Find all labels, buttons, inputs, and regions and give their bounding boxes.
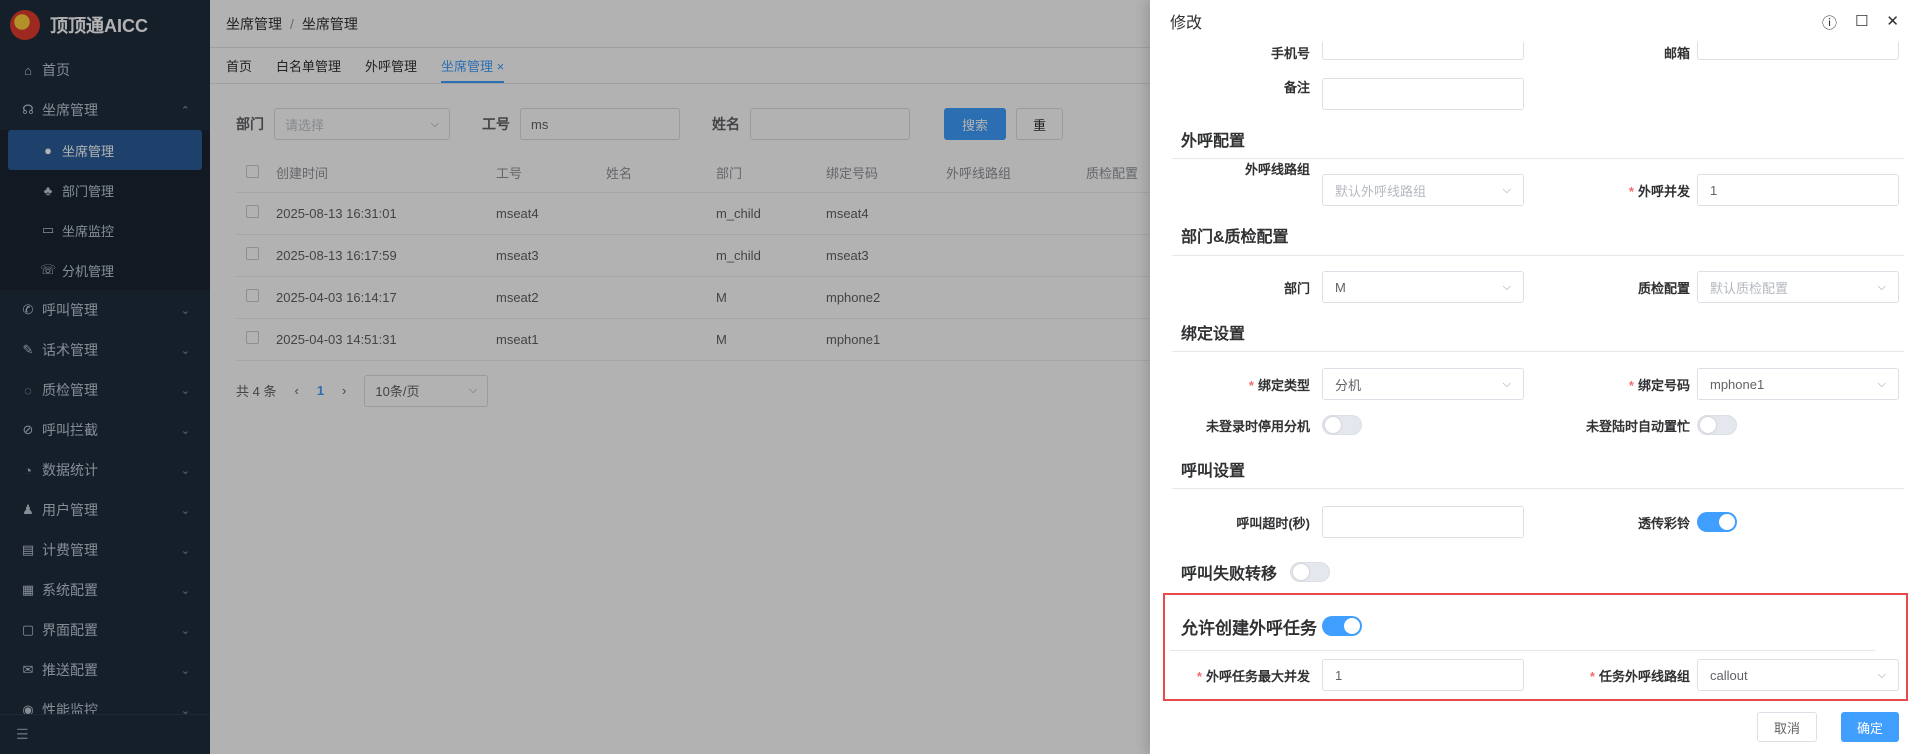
cancel-button[interactable]: 取消 [1756,712,1817,742]
remark-input[interactable] [1322,78,1524,110]
switch-knob [1700,417,1716,433]
switch-knob [1719,514,1735,530]
bind-number-select[interactable]: mphone1 ⌵ [1697,368,1899,400]
email-input[interactable] [1697,42,1899,60]
highlight-box [1163,593,1908,701]
bind-number-label: * 绑定号码 [1628,377,1690,393]
modal-overlay[interactable] [0,0,1150,754]
route-group-label: 外呼线路组 [1244,161,1310,177]
drawer-actions: ⓘ ☐ ✕ [1822,12,1899,33]
divider [1172,351,1904,352]
chevron-down-icon: ⌵ [1877,280,1886,293]
bind-type-label: * 绑定类型 [1248,377,1310,393]
chevron-down-icon: ⌵ [1502,280,1511,293]
concurrency-label: * 外呼并发 [1628,183,1690,199]
remark-label: 备注 [1283,79,1310,95]
phone-input[interactable] [1322,42,1524,60]
route-group-select[interactable]: 默认外呼线路组 ⌵ [1322,174,1524,206]
call-fail-transfer-label: 呼叫失败转移 [1181,566,1278,583]
dept-select[interactable]: M ⌵ [1322,271,1524,303]
call-fail-transfer-switch[interactable] [1290,562,1330,582]
auto-busy-label: 未登陆时自动置忙 [1585,418,1690,434]
auto-busy-switch[interactable] [1697,415,1737,435]
qc-select[interactable]: 默认质检配置 ⌵ [1697,271,1899,303]
confirm-button[interactable]: 确定 [1840,712,1899,742]
divider [1172,255,1904,256]
switch-knob [1293,564,1309,580]
dept-label: 部门 [1283,280,1310,296]
close-icon[interactable]: ✕ [1886,12,1899,33]
chevron-down-icon: ⌵ [1877,377,1886,390]
route-group-placeholder: 默认外呼线路组 [1335,183,1427,199]
phone-label: 手机号 [1270,45,1310,61]
section-bind-title: 绑定设置 [1181,326,1246,343]
timeout-input[interactable] [1322,506,1524,538]
drawer-header: 修改 ⓘ ☐ ✕ [1150,0,1919,42]
chevron-down-icon: ⌵ [1502,183,1511,196]
disable-ext-label: 未登录时停用分机 [1205,418,1310,434]
bind-type-value: 分机 [1335,377,1362,393]
bind-number-value: mphone1 [1710,376,1765,392]
timeout-label: 呼叫超时(秒) [1236,515,1310,531]
ringback-switch[interactable] [1697,512,1737,532]
divider [1172,488,1904,489]
qc-label: 质检配置 [1637,280,1690,296]
section-call-title: 呼叫设置 [1181,463,1246,480]
ringback-label: 透传彩铃 [1637,515,1690,531]
bind-type-select[interactable]: 分机 ⌵ [1322,368,1524,400]
chevron-down-icon: ⌵ [1502,377,1511,390]
info-icon[interactable]: ⓘ [1822,12,1837,33]
switch-knob [1325,417,1341,433]
maximize-icon[interactable]: ☐ [1855,12,1868,33]
concurrency-input[interactable]: 1 [1697,174,1899,206]
disable-ext-switch[interactable] [1322,415,1362,435]
email-label: 邮箱 [1663,45,1690,61]
section-callout-title: 外呼配置 [1181,133,1246,150]
qc-placeholder: 默认质检配置 [1710,280,1789,296]
drawer-footer: 取消 确定 [1756,712,1899,742]
drawer-title: 修改 [1170,15,1203,32]
concurrency-value: 1 [1710,182,1718,198]
dept-value: M [1335,279,1346,295]
section-dept-title: 部门&质检配置 [1181,229,1289,246]
